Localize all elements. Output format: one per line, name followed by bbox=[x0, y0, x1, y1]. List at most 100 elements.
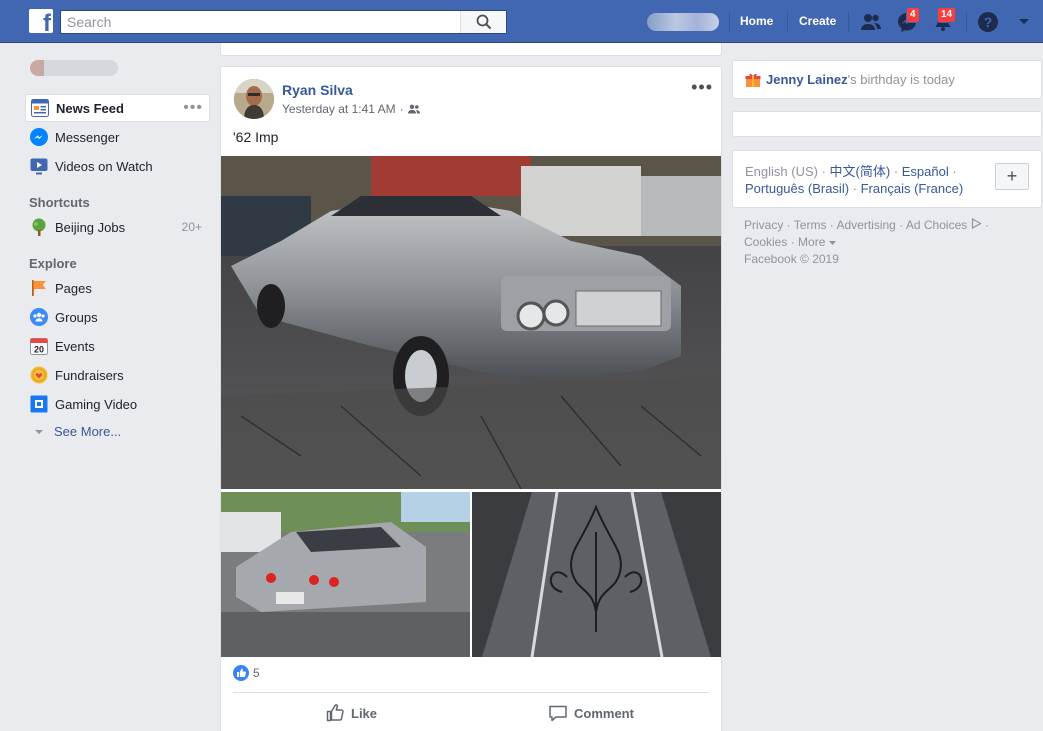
footer-link-advertising[interactable]: Advertising bbox=[836, 218, 895, 232]
nav-divider bbox=[729, 12, 730, 32]
footer-link-privacy[interactable]: Privacy bbox=[744, 218, 783, 232]
chevron-down-icon bbox=[828, 241, 836, 245]
post-photo-hood-pinstripe[interactable] bbox=[472, 492, 721, 657]
calendar-icon: 20 bbox=[29, 336, 49, 356]
item-count-badge: 20+ bbox=[181, 220, 202, 234]
thumbs-up-icon bbox=[326, 704, 344, 722]
language-link[interactable]: 中文(简体) bbox=[830, 164, 891, 179]
comment-label: Comment bbox=[574, 705, 634, 721]
footer-link-cookies[interactable]: Cookies bbox=[744, 235, 787, 249]
search-button[interactable] bbox=[460, 11, 506, 33]
footer-link-more[interactable]: More bbox=[798, 235, 825, 249]
birthday-text: 's birthday is today bbox=[847, 72, 955, 87]
like-reaction-icon bbox=[233, 665, 249, 681]
sidebar-item-videos-on-watch[interactable]: Videos on Watch bbox=[25, 152, 210, 180]
nav-divider bbox=[966, 12, 967, 32]
actions-divider bbox=[233, 692, 709, 693]
nav-divider bbox=[848, 12, 849, 32]
sidebar-item-news-feed[interactable]: News Feed ••• bbox=[25, 94, 210, 122]
home-link[interactable]: Home bbox=[740, 14, 773, 28]
friends-audience-icon[interactable] bbox=[407, 104, 420, 114]
like-button[interactable]: Like bbox=[325, 703, 377, 723]
birthday-card[interactable]: Jenny Lainez 's birthday is today bbox=[732, 60, 1042, 99]
create-link[interactable]: Create bbox=[799, 14, 836, 28]
sidebar-item-label: Beijing Jobs bbox=[55, 219, 126, 235]
see-more-link[interactable]: See More... bbox=[33, 424, 121, 439]
copyright-text: Facebook © 2019 bbox=[744, 252, 839, 266]
news-feed-icon bbox=[30, 98, 50, 118]
gaming-icon bbox=[29, 394, 49, 414]
sidebar-item-label: News Feed bbox=[56, 100, 124, 116]
post-meta: Yesterday at 1:41 AM · bbox=[282, 102, 420, 116]
help-icon[interactable]: ? bbox=[976, 10, 1000, 34]
sidebar-item-label: Fundraisers bbox=[55, 367, 124, 383]
post-options-icon[interactable]: ••• bbox=[691, 77, 713, 98]
sidebar-item-fundraisers[interactable]: Fundraisers bbox=[25, 361, 210, 389]
comment-bubble-icon bbox=[549, 705, 567, 722]
groups-icon bbox=[29, 307, 49, 327]
meta-separator: · bbox=[399, 102, 404, 116]
sidebar-item-label: Pages bbox=[55, 280, 92, 296]
language-selector-card: English (US) · 中文(简体) · Español · Portug… bbox=[732, 150, 1042, 208]
language-link[interactable]: Español bbox=[902, 164, 949, 179]
footer-link-ad-choices[interactable]: Ad Choices bbox=[906, 218, 967, 232]
language-link[interactable]: Français (France) bbox=[861, 181, 964, 196]
search-icon bbox=[476, 14, 491, 30]
notifications-badge: 14 bbox=[937, 7, 957, 23]
sidebar-item-messenger[interactable]: Messenger bbox=[25, 123, 210, 151]
post-photo-rear[interactable] bbox=[221, 492, 470, 657]
post-photo-main[interactable] bbox=[221, 156, 721, 489]
fundraiser-icon bbox=[29, 365, 49, 385]
language-link[interactable]: Português (Brasil) bbox=[745, 181, 849, 196]
search-box bbox=[60, 10, 507, 34]
sidebar-item-pages[interactable]: Pages bbox=[25, 274, 210, 302]
flag-icon bbox=[29, 278, 49, 298]
account-menu-chevron-down-icon[interactable] bbox=[1012, 10, 1036, 34]
footer-link-terms[interactable]: Terms bbox=[794, 218, 827, 232]
shortcuts-heading: Shortcuts bbox=[29, 195, 90, 210]
previous-feed-card bbox=[220, 43, 722, 56]
comment-button[interactable]: Comment bbox=[548, 703, 634, 723]
friend-requests-icon[interactable] bbox=[859, 10, 883, 34]
reaction-count: 5 bbox=[253, 666, 260, 680]
calendar-day-text: 20 bbox=[34, 345, 44, 355]
sidebar-item-label: Messenger bbox=[55, 129, 120, 145]
tree-icon bbox=[29, 217, 49, 237]
current-language: English (US) bbox=[745, 164, 818, 179]
sidebar-item-gaming-video[interactable]: Gaming Video bbox=[25, 390, 210, 418]
sidebar-item-label: Groups bbox=[55, 309, 98, 325]
author-avatar[interactable] bbox=[234, 79, 274, 119]
more-options-icon[interactable]: ••• bbox=[183, 99, 203, 117]
add-language-button[interactable]: + bbox=[995, 163, 1029, 190]
sidebar-item-label: Videos on Watch bbox=[55, 158, 153, 174]
profile-shortcut[interactable] bbox=[647, 13, 719, 31]
messenger-icon bbox=[29, 127, 49, 147]
reactions-summary[interactable]: 5 bbox=[233, 665, 260, 681]
birthday-person-link[interactable]: Jenny Lainez bbox=[766, 72, 848, 87]
footer-links: Privacy · Terms · Advertising · Ad Choic… bbox=[744, 217, 989, 266]
post-timestamp-link[interactable]: Yesterday at 1:41 AM bbox=[282, 102, 396, 116]
search-input[interactable] bbox=[61, 11, 460, 33]
gift-icon bbox=[745, 73, 761, 87]
nav-divider bbox=[787, 12, 788, 32]
sidebar-item-groups[interactable]: Groups bbox=[25, 303, 210, 331]
language-list: English (US) · 中文(简体) · Español · Portug… bbox=[745, 164, 964, 196]
like-label: Like bbox=[351, 705, 378, 721]
see-more-label: See More... bbox=[54, 424, 122, 439]
ad-choices-icon bbox=[971, 217, 982, 230]
sidebar-item-beijing-jobs[interactable]: Beijing Jobs 20+ bbox=[25, 213, 210, 241]
sidebar-item-label: Events bbox=[55, 338, 95, 354]
sidebar-item-label: Gaming Video bbox=[55, 396, 138, 412]
feed-post: Ryan Silva Yesterday at 1:41 AM · ••• '6… bbox=[220, 66, 722, 731]
post-text: '62 Imp bbox=[233, 129, 279, 145]
facebook-logo-icon[interactable]: f bbox=[29, 9, 53, 36]
explore-heading: Explore bbox=[29, 256, 77, 271]
chevron-down-icon bbox=[35, 429, 43, 434]
watch-icon bbox=[29, 156, 49, 176]
post-author-link[interactable]: Ryan Silva bbox=[282, 82, 353, 98]
top-navigation-bar: f Home Create 4 14 ? bbox=[0, 0, 1043, 43]
sidebar-item-events[interactable]: 20 Events bbox=[25, 332, 210, 360]
svg-text:?: ? bbox=[984, 14, 993, 30]
profile-name-link[interactable] bbox=[30, 60, 118, 76]
messages-badge: 4 bbox=[906, 7, 920, 23]
